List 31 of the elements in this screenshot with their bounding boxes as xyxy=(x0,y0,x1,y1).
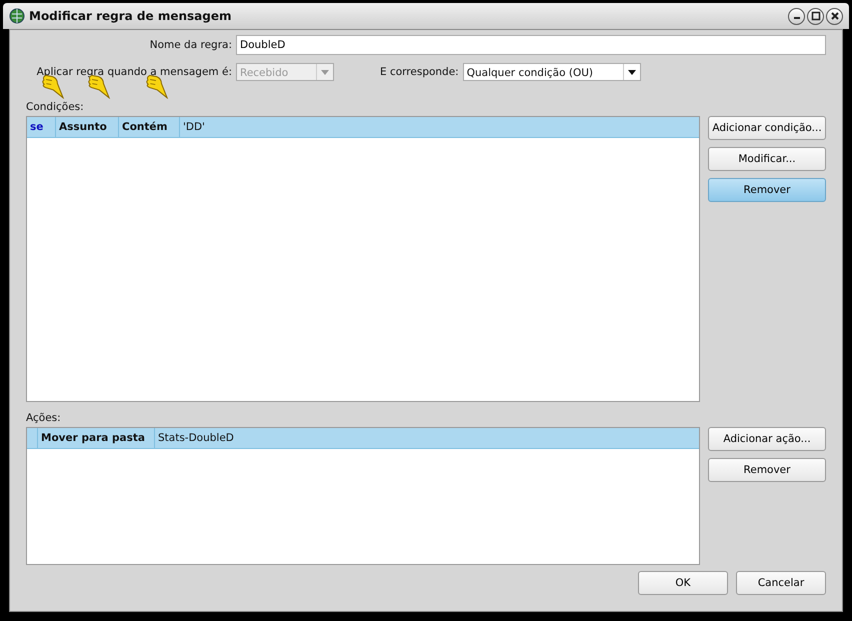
close-button[interactable] xyxy=(826,8,843,24)
rule-name-label: Nome da regra: xyxy=(148,39,232,51)
globe-icon xyxy=(9,8,25,24)
minimize-button[interactable] xyxy=(788,8,805,24)
actions-list[interactable]: Mover para pasta Stats-DoubleD xyxy=(26,427,700,565)
maximize-icon xyxy=(810,11,820,21)
dialog-button[interactable]: Adicionar condição... xyxy=(708,116,826,140)
dialog-button[interactable]: Modificar... xyxy=(708,147,826,171)
window-title: Modificar regra de mensagem xyxy=(29,9,232,23)
close-icon xyxy=(830,11,840,21)
dropdown-arrow-icon xyxy=(321,70,329,74)
cancel-button[interactable]: Cancelar xyxy=(736,571,826,595)
dropdown-arrow-icon xyxy=(628,70,636,74)
conditions-list[interactable]: se Assunto Contém 'DD' xyxy=(26,116,700,402)
apply-when-label: Aplicar regra quando a mensagem é: xyxy=(36,66,232,78)
dialog-button[interactable]: Remover xyxy=(708,178,826,202)
table-cell: Assunto xyxy=(56,117,119,137)
actions-label: Ações: xyxy=(26,412,61,424)
maximize-button[interactable] xyxy=(807,8,824,24)
match-dropdown[interactable]: Qualquer condição (OU) xyxy=(462,63,641,81)
table-cell: Mover para pasta xyxy=(38,428,155,448)
ok-button[interactable]: OK xyxy=(638,571,728,595)
rule-name-field[interactable]: DoubleD xyxy=(236,35,826,55)
table-cell-text: 'DD' xyxy=(182,120,206,135)
match-label: E corresponde: xyxy=(380,66,459,78)
table-cell: Contém xyxy=(119,117,180,137)
conditions-label: Condições: xyxy=(26,101,84,113)
dialog-button[interactable]: Remover xyxy=(708,458,826,482)
table-cell-text: Stats-DoubleD xyxy=(157,431,235,446)
dialog-button[interactable]: Adicionar ação... xyxy=(708,427,826,451)
table-cell: se xyxy=(27,117,56,137)
